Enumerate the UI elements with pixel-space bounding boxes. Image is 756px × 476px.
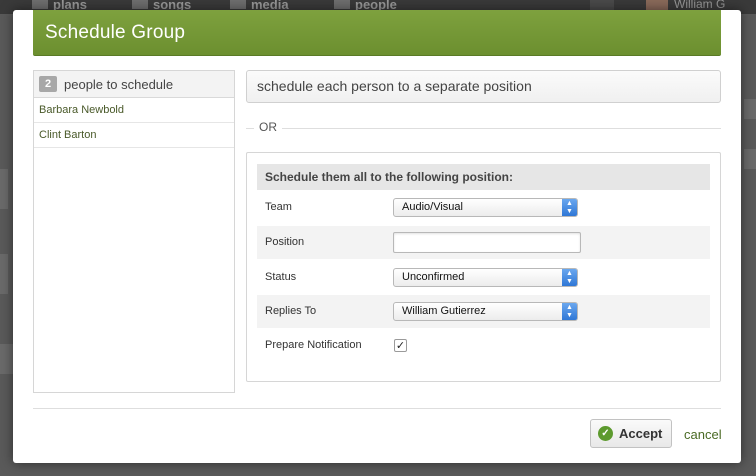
replies-to-select[interactable]: William Gutierrez ▲ ▼	[393, 302, 578, 321]
position-input[interactable]	[393, 232, 581, 253]
people-to-schedule-panel: 2 people to schedule Barbara Newbold Cli…	[33, 70, 235, 393]
music-icon	[132, 0, 148, 9]
status-row: Status Unconfirmed ▲ ▼	[257, 261, 710, 294]
position-label: Position	[265, 236, 305, 248]
person-item[interactable]: Barbara Newbold	[34, 98, 234, 123]
select-arrows-icon: ▲ ▼	[562, 199, 577, 216]
people-count-badge: 2	[39, 76, 57, 92]
people-panel-header: 2 people to schedule	[34, 71, 234, 98]
replies-to-label: Replies To	[265, 305, 317, 317]
team-label: Team	[265, 201, 292, 213]
footer-divider	[33, 408, 721, 409]
cancel-link[interactable]: cancel	[684, 427, 722, 442]
prepare-notification-row: Prepare Notification ✓	[257, 329, 710, 362]
status-select[interactable]: Unconfirmed ▲ ▼	[393, 268, 578, 287]
schedule-all-form: Schedule them all to the following posit…	[246, 152, 721, 382]
accept-button[interactable]: ✓ Accept	[590, 419, 672, 448]
prepare-notification-label: Prepare Notification	[265, 339, 362, 351]
checkmark-icon: ✓	[598, 426, 613, 441]
schedule-separate-positions-button[interactable]: schedule each person to a separate posit…	[246, 70, 721, 103]
team-row: Team Audio/Visual ▲ ▼	[257, 191, 710, 224]
person-item[interactable]: Clint Barton	[34, 123, 234, 148]
dialog-title: Schedule Group	[45, 22, 186, 43]
people-panel-title: people to schedule	[64, 76, 174, 92]
accept-label: Accept	[619, 426, 663, 441]
dialog-header: Schedule Group	[33, 10, 721, 56]
status-label: Status	[265, 271, 297, 283]
people-icon	[334, 0, 350, 9]
form-heading: Schedule them all to the following posit…	[257, 164, 710, 190]
or-label: OR	[254, 120, 282, 134]
select-arrows-icon: ▲ ▼	[562, 303, 577, 320]
prepare-notification-checkbox[interactable]: ✓	[394, 339, 407, 352]
list-icon	[32, 0, 48, 9]
position-row: Position	[257, 226, 710, 259]
team-select[interactable]: Audio/Visual ▲ ▼	[393, 198, 578, 217]
or-divider: OR	[246, 118, 721, 138]
select-arrows-icon: ▲ ▼	[562, 269, 577, 286]
divider-line	[246, 128, 721, 129]
film-icon	[230, 0, 246, 9]
replies-to-row: Replies To William Gutierrez ▲ ▼	[257, 295, 710, 328]
schedule-group-dialog: Schedule Group 2 people to schedule Barb…	[13, 10, 741, 463]
